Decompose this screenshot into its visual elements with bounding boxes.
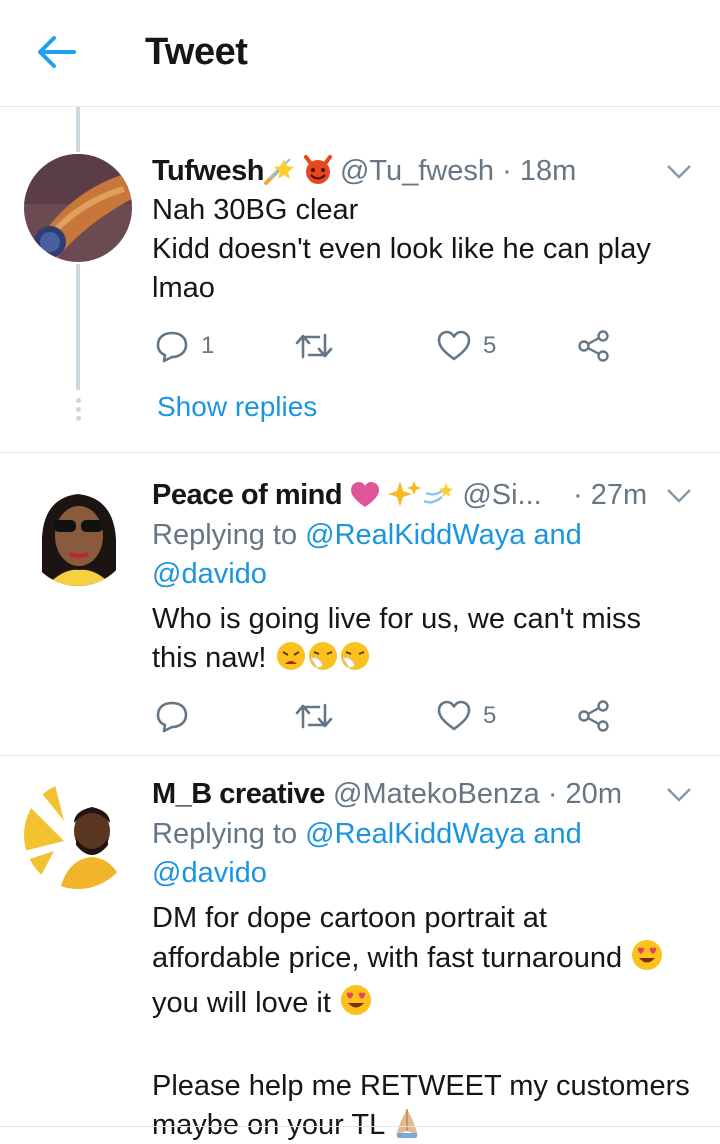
retweet-icon bbox=[295, 703, 333, 729]
reply-icon bbox=[156, 701, 188, 733]
user-handle[interactable]: @Si... bbox=[462, 479, 541, 511]
tweet-text-line: DM for dope cartoon portrait at bbox=[152, 902, 547, 934]
share-icon bbox=[578, 700, 609, 732]
show-replies-link[interactable]: Show replies bbox=[157, 391, 317, 423]
heart-eyes-emoji bbox=[339, 983, 373, 1028]
tweet-header: Tufwesh @Tu_fwesh · 18m bbox=[152, 153, 640, 194]
heart-icon bbox=[437, 700, 471, 731]
share-icon bbox=[578, 330, 609, 362]
avatar[interactable] bbox=[24, 154, 132, 262]
like-button[interactable]: 5 bbox=[437, 698, 496, 734]
share-button[interactable] bbox=[577, 698, 611, 734]
avatar[interactable] bbox=[24, 781, 132, 889]
like-count: 5 bbox=[483, 702, 497, 729]
mention-link[interactable]: @davido bbox=[152, 857, 267, 889]
reply-icon bbox=[156, 331, 188, 363]
tweet-text-line: lmao bbox=[152, 272, 215, 304]
comet-emoji bbox=[263, 155, 294, 194]
like-count: 5 bbox=[483, 332, 497, 359]
user-name[interactable]: Tufwesh bbox=[152, 155, 264, 187]
tweet-actions: 1 5 bbox=[155, 328, 635, 364]
tweet-text-line bbox=[152, 1028, 694, 1067]
tweet-time: · 18m bbox=[502, 155, 577, 187]
share-button[interactable] bbox=[577, 328, 611, 364]
arrow-left-icon bbox=[38, 36, 76, 68]
user-name[interactable]: Peace of mind bbox=[152, 479, 343, 511]
sneezing-face-emoji bbox=[339, 640, 371, 683]
tweet-text: Who is going live for us, we can't miss … bbox=[152, 600, 694, 683]
reply-button[interactable] bbox=[155, 698, 189, 734]
tweet-text-line: affordable price, with fast turnaround bbox=[152, 942, 623, 974]
tweet-actions: 5 bbox=[155, 698, 635, 734]
tweet-text-line: maybe on your TL bbox=[152, 1109, 385, 1141]
top-bar: Tweet bbox=[0, 0, 720, 107]
sneezing-face-emoji bbox=[307, 640, 339, 683]
mention-link[interactable]: @davido bbox=[152, 558, 267, 590]
thread-line-top bbox=[76, 107, 80, 152]
retweet-button[interactable] bbox=[295, 698, 333, 734]
user-name[interactable]: M_B creative bbox=[152, 778, 325, 810]
bottom-divider bbox=[0, 1126, 720, 1127]
reply-context: Replying to @RealKiddWaya and @davido bbox=[152, 815, 694, 893]
tweet-item[interactable]: Tufwesh @Tu_fwesh · 18m Nah 30BG clear Ki… bbox=[0, 107, 720, 453]
reply-button[interactable]: 1 bbox=[155, 328, 214, 364]
thread-dots bbox=[74, 398, 82, 425]
tweet-text-line: you will love it bbox=[152, 987, 331, 1019]
tweet-menu-button[interactable] bbox=[666, 163, 692, 181]
tweet-text-line: this naw! bbox=[152, 642, 267, 674]
back-button[interactable] bbox=[34, 32, 78, 72]
avatar[interactable] bbox=[24, 478, 132, 586]
dizzy-emoji bbox=[422, 479, 454, 518]
user-handle[interactable]: @Tu_fwesh bbox=[340, 155, 494, 187]
tweet-text-line: Nah 30BG clear bbox=[152, 194, 359, 226]
tweet-text-line: Who is going live for us, we can't miss bbox=[152, 603, 642, 635]
user-handle[interactable]: @MatekoBenza bbox=[333, 778, 540, 810]
tweet-text-line: Please help me RETWEET my customers bbox=[152, 1070, 690, 1102]
page-title: Tweet bbox=[145, 31, 248, 73]
tweet-time: · 27m bbox=[573, 479, 648, 511]
heart-icon bbox=[437, 330, 471, 361]
tweet-menu-button[interactable] bbox=[666, 487, 692, 505]
replying-to-line: Replying to @RealKiddWaya and bbox=[152, 818, 582, 850]
like-button[interactable]: 5 bbox=[437, 328, 496, 364]
tweet-text: DM for dope cartoon portrait at affordab… bbox=[152, 899, 694, 1144]
tweet-item[interactable]: Peace of mind @Si... · 27m Replying to @… bbox=[0, 453, 720, 756]
heart-emoji bbox=[350, 481, 380, 518]
reply-count: 1 bbox=[201, 332, 215, 359]
sparkles-emoji bbox=[388, 479, 422, 518]
retweet-icon bbox=[295, 333, 333, 359]
tweet-menu-button[interactable] bbox=[666, 786, 692, 804]
thread-line bbox=[76, 264, 80, 390]
replying-to-line: Replying to @RealKiddWaya and bbox=[152, 519, 582, 551]
retweet-button[interactable] bbox=[295, 328, 333, 364]
mention-link[interactable]: @RealKiddWaya bbox=[305, 818, 525, 850]
heart-eyes-emoji bbox=[630, 938, 664, 983]
chevron-down-icon bbox=[667, 165, 691, 179]
tweet-header: M_B creative @MatekoBenza · 20m bbox=[152, 776, 640, 812]
reply-context: Replying to @RealKiddWaya and @davido bbox=[152, 516, 694, 594]
smiling-imp-emoji bbox=[302, 153, 334, 194]
tweet-text-line: Kidd doesn't even look like he can play bbox=[152, 233, 651, 265]
tweet-text: Nah 30BG clear Kidd doesn't even look li… bbox=[152, 191, 694, 308]
chevron-down-icon bbox=[667, 788, 691, 802]
tweet-time: · 20m bbox=[547, 778, 622, 810]
tired-face-emoji bbox=[275, 640, 307, 683]
chevron-down-icon bbox=[667, 489, 691, 503]
tweet-item[interactable]: M_B creative @MatekoBenza · 20m Replying… bbox=[0, 756, 720, 1144]
mention-link[interactable]: @RealKiddWaya bbox=[305, 519, 525, 551]
tweet-header: Peace of mind @Si... bbox=[152, 477, 640, 518]
